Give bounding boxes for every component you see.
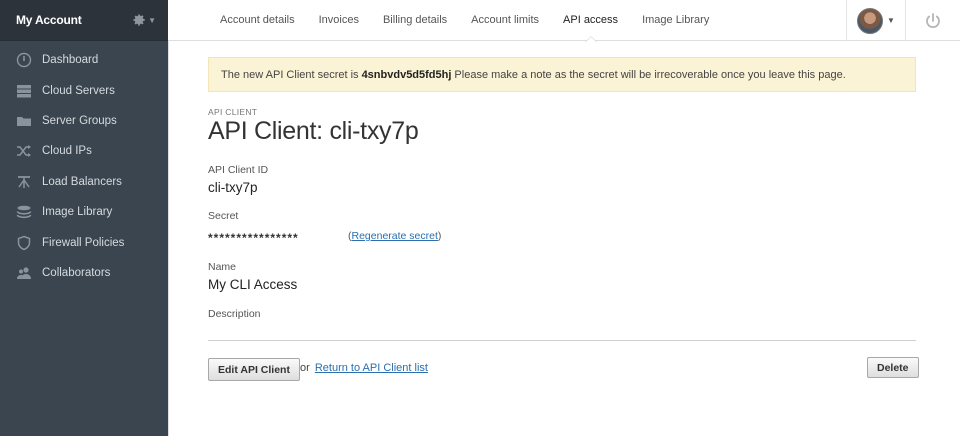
client-id-label: API Client ID — [208, 164, 269, 176]
tab-invoices[interactable]: Invoices — [307, 0, 371, 41]
secret-alert: The new API Client secret is 4snbvdv5d5f… — [208, 57, 916, 92]
sidebar-item-dashboard[interactable]: Dashboard — [0, 45, 168, 75]
sidebar-item-label: Server Groups — [42, 114, 117, 127]
power-icon — [926, 13, 940, 28]
description-label: Description — [208, 308, 261, 320]
alert-secret: 4snbvdv5d5fd5hj — [361, 68, 452, 81]
regenerate-close-paren: ) — [437, 230, 442, 242]
regenerate-secret: (Regenerate secret) — [348, 230, 441, 242]
sidebar-divider — [168, 41, 169, 436]
logout-button[interactable] — [923, 11, 943, 31]
sidebar-item-label: Load Balancers — [42, 175, 122, 188]
tab-api-access[interactable]: API access — [551, 0, 630, 42]
tab-billing-details[interactable]: Billing details — [371, 0, 459, 41]
avatar — [857, 7, 884, 34]
divider — [208, 340, 916, 341]
delete-button[interactable]: Delete — [867, 357, 919, 378]
sidebar-item-label: Firewall Policies — [42, 236, 125, 249]
stack-icon — [14, 204, 34, 220]
alert-suffix: Please make a note as the secret will be… — [454, 68, 846, 81]
account-settings-menu[interactable]: ▼ — [132, 13, 156, 27]
return-to-list-link[interactable]: Return to API Client list — [315, 362, 428, 374]
sidebar-item-label: Image Library — [42, 206, 113, 219]
page-eyebrow: API CLIENT — [208, 107, 258, 117]
regenerate-secret-link[interactable]: Regenerate secret — [352, 230, 438, 242]
name-value: My CLI Access — [208, 277, 298, 292]
client-id-value: cli-txy7p — [208, 180, 258, 195]
sidebar-header: My Account ▼ — [0, 0, 168, 41]
secret-mask: **************** — [208, 231, 299, 245]
sidebar-item-label: Cloud IPs — [42, 145, 92, 158]
name-label: Name — [208, 261, 237, 273]
chevron-down-icon: ▼ — [148, 15, 156, 25]
user-menu[interactable]: ▼ — [846, 0, 906, 41]
sidebar-item-cloud-servers[interactable]: Cloud Servers — [0, 75, 168, 105]
edit-api-client-button[interactable]: Edit API Client — [208, 358, 300, 381]
sidebar-title: My Account — [16, 13, 82, 27]
secret-label: Secret — [208, 210, 239, 222]
or-text: or — [300, 362, 310, 374]
tab-account-limits[interactable]: Account limits — [459, 0, 551, 41]
shuffle-icon — [14, 143, 34, 159]
sidebar-item-cloud-ips[interactable]: Cloud IPs — [0, 136, 168, 166]
alert-prefix: The new API Client secret is — [221, 68, 359, 81]
return-prompt: or Return to API Client list — [300, 362, 428, 374]
dashboard-icon — [14, 52, 34, 68]
sidebar-item-firewall-policies[interactable]: Firewall Policies — [0, 227, 168, 257]
sidebar-item-server-groups[interactable]: Server Groups — [0, 106, 168, 136]
sidebar-nav: Dashboard Cloud Servers Server Groups Cl… — [0, 41, 168, 288]
sidebar-item-load-balancers[interactable]: Load Balancers — [0, 167, 168, 197]
tab-account-details[interactable]: Account details — [208, 0, 307, 41]
main-content: The new API Client secret is 4snbvdv5d5f… — [208, 57, 919, 381]
sidebar-item-image-library[interactable]: Image Library — [0, 197, 168, 227]
account-tabs: Account details Invoices Billing details… — [208, 0, 721, 42]
sidebar-item-label: Collaborators — [42, 266, 111, 279]
chevron-down-icon: ▼ — [887, 16, 895, 25]
folder-icon — [14, 113, 34, 129]
top-navigation: Account details Invoices Billing details… — [168, 0, 960, 42]
gear-icon — [133, 14, 145, 26]
shield-icon — [14, 235, 34, 251]
sidebar-item-label: Cloud Servers — [42, 84, 115, 97]
servers-icon — [14, 83, 34, 99]
sidebar: My Account ▼ Dashboard Cloud Servers Ser… — [0, 0, 168, 436]
tab-image-library[interactable]: Image Library — [630, 0, 721, 41]
sidebar-item-collaborators[interactable]: Collaborators — [0, 258, 168, 288]
users-icon — [14, 265, 34, 281]
load-balancer-icon — [14, 174, 34, 190]
sidebar-item-label: Dashboard — [42, 54, 99, 67]
page-title: API Client: cli-txy7p — [208, 117, 419, 145]
